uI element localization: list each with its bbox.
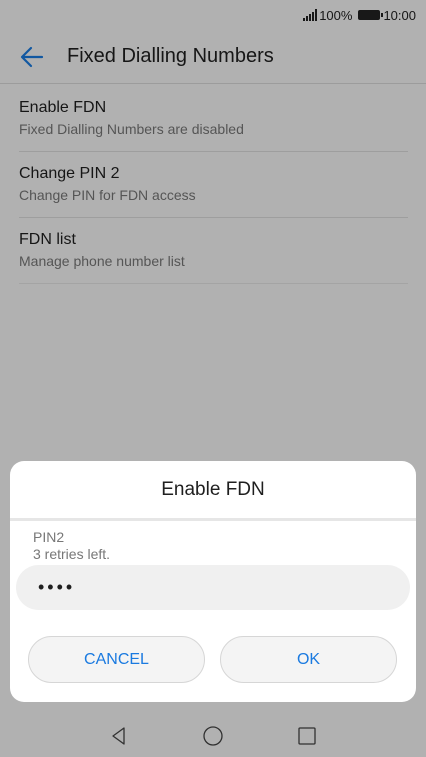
- cancel-button[interactable]: CANCEL: [28, 636, 205, 683]
- pin2-input[interactable]: ••••: [16, 565, 410, 610]
- pin2-label: PIN2: [33, 529, 65, 545]
- dialog-divider: [10, 518, 416, 521]
- enable-fdn-dialog: Enable FDN PIN2 3 retries left. •••• CAN…: [10, 461, 416, 702]
- dialog-title: Enable FDN: [161, 479, 265, 500]
- ok-button[interactable]: OK: [220, 636, 397, 683]
- retries-hint: 3 retries left.: [33, 546, 111, 562]
